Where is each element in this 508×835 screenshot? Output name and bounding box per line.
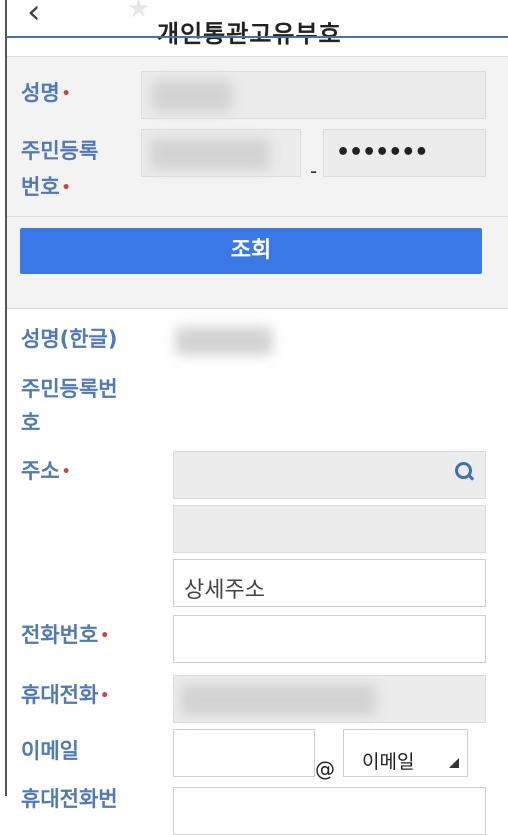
mobile-label-text: 휴대전화 xyxy=(21,683,99,707)
mobile-input[interactable] xyxy=(173,675,486,723)
address-input[interactable] xyxy=(173,505,486,553)
rrn-result-label-line2: 호 xyxy=(21,411,41,435)
cutoff-input[interactable] xyxy=(173,787,486,835)
name-label-text: 성명 xyxy=(21,81,60,105)
phone-label-text: 전화번호 xyxy=(21,623,99,647)
name-kor-label: 성명(한글) xyxy=(21,327,118,351)
rrn-result-label-line1: 주민등록번 xyxy=(21,377,118,401)
email-label: 이메일 xyxy=(21,739,79,763)
cutoff-label: 휴대전화번 xyxy=(21,787,118,811)
phone-label: 전화번호 • xyxy=(21,619,109,652)
detail-address-placeholder: 상세주소 xyxy=(184,578,265,603)
rrn-dash: - xyxy=(310,159,318,183)
required-mark: • xyxy=(61,86,71,102)
redacted-value xyxy=(152,80,232,112)
required-mark: • xyxy=(61,464,71,480)
name-label: 성명 • xyxy=(21,77,71,110)
rrn-label-line2-text: 번호 xyxy=(21,175,60,199)
rrn-masked-value: ••••••• xyxy=(336,140,428,165)
required-mark: • xyxy=(61,180,71,196)
header-underline xyxy=(7,36,508,38)
rrn-front-input[interactable] xyxy=(141,129,301,177)
star-icon[interactable]: ★ xyxy=(127,0,150,24)
address-label: 주소 • xyxy=(21,455,71,488)
lookup-button[interactable]: 조회 xyxy=(20,228,482,274)
header: ‹ ★ 개인통관고유부호 xyxy=(7,0,508,56)
address-label-text: 주소 xyxy=(21,459,60,483)
rrn-label-line1: 주민등록 xyxy=(21,139,99,163)
dropdown-arrow-icon xyxy=(449,758,459,768)
rrn-back-input[interactable]: ••••••• xyxy=(323,129,486,177)
mobile-label: 휴대전화 • xyxy=(21,679,109,712)
required-mark: • xyxy=(100,688,110,704)
phone-input[interactable] xyxy=(173,615,486,663)
window-edge xyxy=(0,0,7,796)
name-kor-value xyxy=(175,327,273,355)
submit-area: 조회 xyxy=(7,216,508,309)
rrn-label-line2: 번호 • xyxy=(21,171,71,204)
email-at: @ xyxy=(315,757,335,781)
redacted-value xyxy=(180,684,376,716)
back-icon[interactable]: ‹ xyxy=(27,0,41,32)
search-icon[interactable] xyxy=(455,462,475,481)
zipcode-input[interactable] xyxy=(173,451,486,499)
redacted-value xyxy=(150,138,270,170)
email-id-input[interactable] xyxy=(173,729,315,777)
email-domain-select[interactable]: 이메일 xyxy=(343,729,468,777)
email-domain-value: 이메일 xyxy=(362,751,415,773)
required-mark: • xyxy=(100,628,110,644)
result-form: 성명(한글) 주민등록번 호 주소 • 상세주소 전화번호 • 휴대전화 • 이메일 … xyxy=(7,308,508,835)
name-input[interactable] xyxy=(141,71,486,119)
detail-address-input[interactable]: 상세주소 xyxy=(173,559,486,607)
lookup-form: 성명 • 주민등록 번호 • - ••••••• xyxy=(7,56,508,217)
page-title: 개인통관고유부호 xyxy=(157,20,342,48)
